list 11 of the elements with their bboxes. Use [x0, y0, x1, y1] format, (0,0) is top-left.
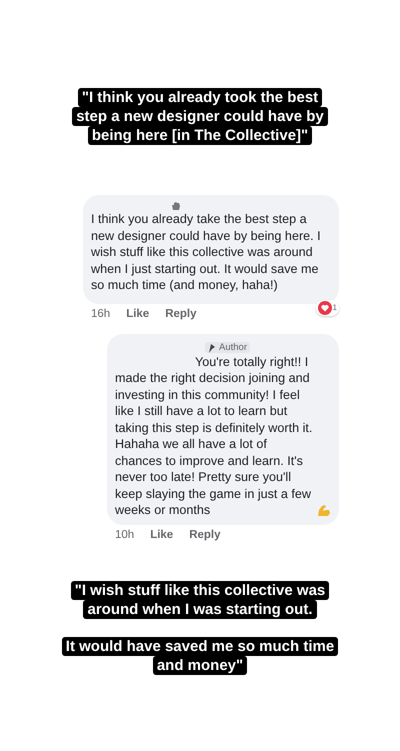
reply-link[interactable]: Reply [165, 308, 197, 320]
badge-label: Author [219, 342, 247, 353]
reply-link[interactable]: Reply [189, 528, 221, 540]
comment-time: 10h [115, 528, 134, 540]
comment-time: 16h [91, 308, 110, 320]
like-link[interactable]: Like [126, 308, 150, 320]
reaction-count: 1 [332, 303, 337, 312]
flexed-arm-icon [317, 504, 331, 516]
like-link[interactable]: Like [150, 528, 174, 540]
comment-text: I think you already take the best step a new designer could have by being here. I wish stuff like this collective was around when I just starting out. It would save me so much time (and money, haha!) [91, 211, 322, 294]
reply-text: You're totally right!! I made the right decision joining and investing in this community! I feel like I still have a lot to learn but taking this step is definitely worth it. Hahaha we all have a lot of chances to improve and learn. It's never too late! Pretty sure you'll keep slaying the game in just a few weeks or months [115, 354, 314, 518]
